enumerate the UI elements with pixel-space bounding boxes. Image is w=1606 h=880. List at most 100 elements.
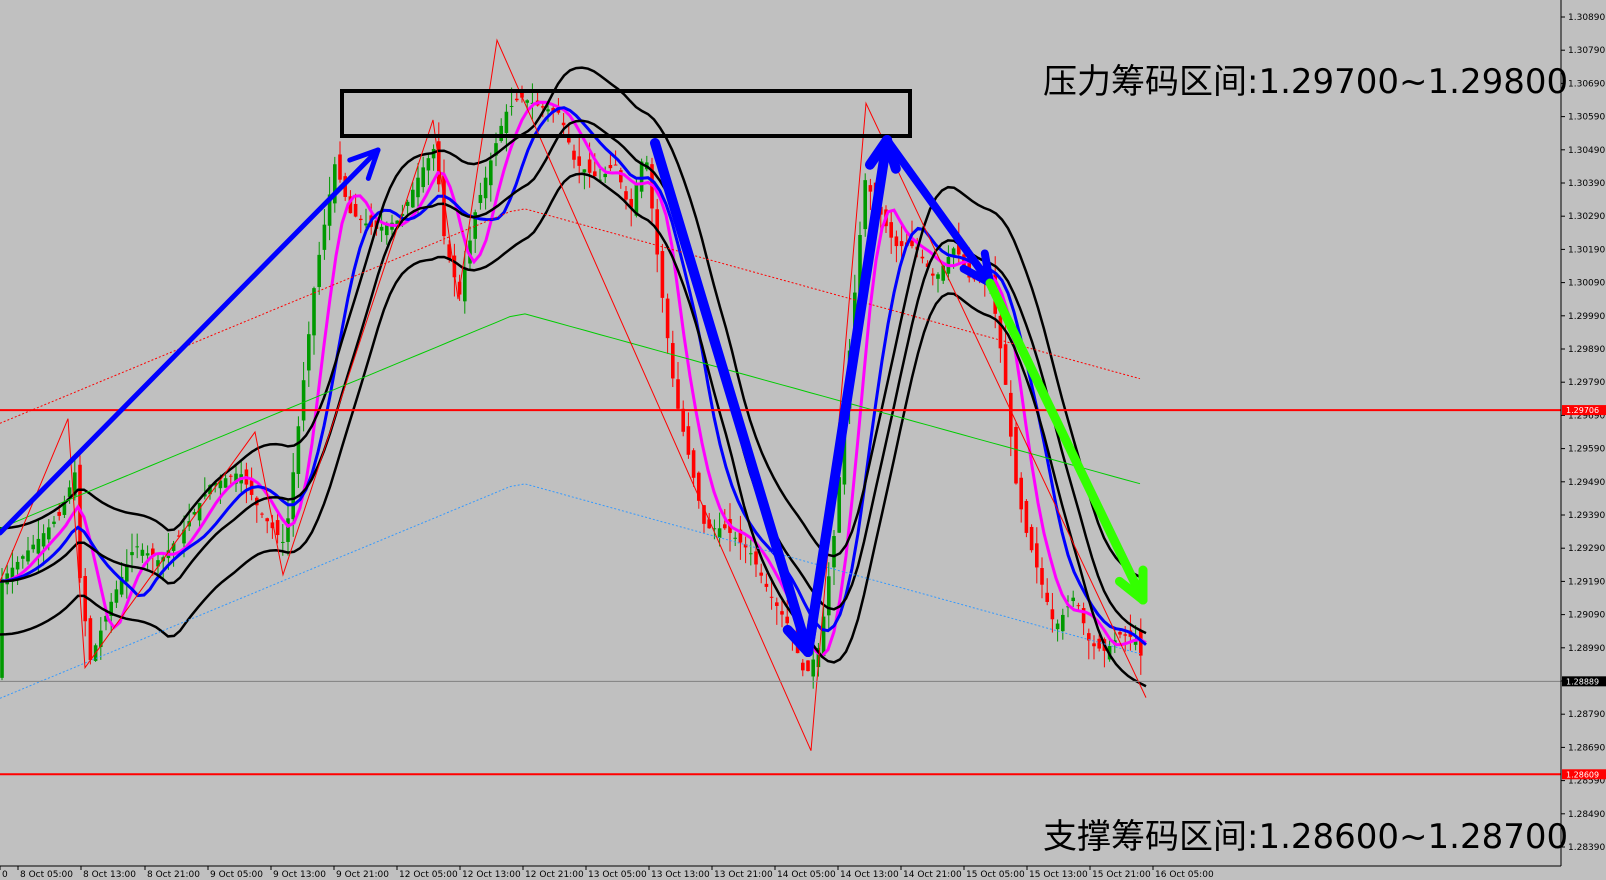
y-tick-label: 1.30890: [1568, 13, 1605, 23]
candle-body: [26, 550, 30, 562]
candle-body: [1076, 605, 1081, 607]
y-tick-label: 1.29490: [1568, 478, 1605, 488]
candle-body: [998, 315, 1003, 349]
candle-body: [1003, 344, 1008, 385]
candle-body: [665, 298, 670, 339]
candle-body: [561, 122, 566, 126]
candle-body: [613, 164, 618, 166]
candle-body: [359, 218, 363, 221]
x-tick-label: 15 Oct 13:00: [1029, 870, 1088, 880]
candle-body: [364, 223, 368, 226]
y-tick-label: 1.29590: [1568, 445, 1605, 455]
candle-body: [780, 611, 784, 615]
candle-body: [31, 544, 35, 550]
candle-body: [1045, 592, 1049, 602]
candle-body: [483, 177, 488, 199]
candle-body: [405, 201, 410, 206]
candle-body: [286, 518, 290, 542]
candle-body: [1050, 609, 1055, 620]
candle-body: [759, 572, 763, 576]
candle-body: [322, 224, 327, 250]
candle-body: [114, 589, 119, 603]
candle-body: [1123, 634, 1127, 636]
x-tick-label: 12 Oct 05:00: [399, 870, 458, 880]
candle-body: [145, 553, 150, 556]
candle-body: [385, 224, 389, 236]
x-tick-label: 13 Oct 05:00: [588, 870, 647, 880]
candle-body: [338, 154, 342, 180]
y-tick-label: 1.30390: [1568, 179, 1605, 189]
candle-body: [868, 185, 873, 192]
candle-body: [223, 478, 228, 488]
candle-body: [546, 109, 550, 112]
candle-body: [723, 524, 727, 529]
y-tick-label: 1.28490: [1568, 810, 1605, 820]
candle-body: [489, 160, 493, 186]
candle-body: [889, 222, 893, 238]
candle-body: [749, 553, 753, 555]
candle-body: [541, 106, 545, 108]
candle-body: [78, 464, 82, 579]
candle-body: [135, 546, 139, 548]
candle-body: [775, 602, 779, 606]
y-tick-label: 1.30290: [1568, 212, 1605, 222]
candle-body: [608, 164, 613, 169]
candle-body: [936, 274, 940, 279]
price-chart: 1.30890 1.30790 1.30690 1.30590 1.30490 1.303…: [0, 0, 1606, 880]
y-tick-label: 1.30190: [1568, 245, 1605, 255]
x-tick-label: 14 Oct 13:00: [840, 870, 899, 880]
candle-body: [426, 158, 431, 171]
candle-body: [515, 98, 519, 101]
y-tick-label: 1.28690: [1568, 743, 1605, 753]
candle-body: [416, 177, 420, 198]
candle-body: [463, 269, 467, 302]
x-tick-label: 13 Oct 21:00: [714, 870, 773, 880]
candle-body: [41, 533, 46, 547]
level-price-tag-label: 1.29706: [1566, 406, 1599, 415]
candle-body: [785, 616, 789, 624]
candle-body: [639, 161, 644, 192]
candle-body: [301, 380, 306, 421]
candle-body: [478, 194, 483, 204]
candle-body: [0, 579, 4, 678]
candle-body: [47, 527, 51, 540]
candle-body: [52, 521, 56, 524]
candle-body: [36, 538, 41, 554]
x-tick-label: 16 Oct 05:00: [1155, 870, 1214, 880]
candle-body: [317, 254, 321, 288]
resistance-annotation: 压力筹码区间:1.29700~1.29800: [1043, 62, 1568, 102]
candle-body: [509, 105, 514, 107]
x-tick-label: 14 Oct 21:00: [903, 870, 962, 880]
candle-body: [660, 251, 665, 298]
y-tick-label: 1.29090: [1568, 611, 1605, 621]
support-annotation: 支撑筹码区间:1.28600~1.28700: [1043, 817, 1568, 857]
candle-body: [1019, 477, 1023, 510]
x-tick-label: 12 Oct 13:00: [462, 870, 521, 880]
candle-body: [1014, 427, 1018, 484]
candle-body: [863, 180, 867, 230]
candle-body: [1009, 392, 1013, 437]
candle-body: [525, 100, 529, 103]
candle-body: [1097, 638, 1101, 649]
level-price-tag-label: 1.28609: [1566, 770, 1599, 779]
candle-body: [894, 236, 899, 247]
y-tick-label: 1.29190: [1568, 577, 1605, 587]
candle-body: [931, 273, 935, 276]
candle-body: [353, 203, 358, 217]
x-tick-label: 0: [2, 870, 8, 880]
candle-body: [296, 426, 301, 474]
candle-body: [1035, 543, 1039, 568]
candle-body: [307, 334, 311, 371]
candle-body: [1118, 631, 1122, 635]
x-tick-label: 9 Oct 05:00: [210, 870, 263, 880]
candle-body: [691, 450, 696, 478]
y-tick-label: 1.28390: [1568, 843, 1605, 853]
candle-body: [260, 513, 264, 515]
x-tick-label: 15 Oct 05:00: [966, 870, 1025, 880]
y-tick-label: 1.28790: [1568, 710, 1605, 720]
x-tick-label: 9 Oct 13:00: [273, 870, 326, 880]
candle-body: [577, 156, 581, 166]
candle-body: [130, 552, 134, 556]
candle-body: [15, 561, 20, 570]
candle-body: [411, 189, 415, 208]
